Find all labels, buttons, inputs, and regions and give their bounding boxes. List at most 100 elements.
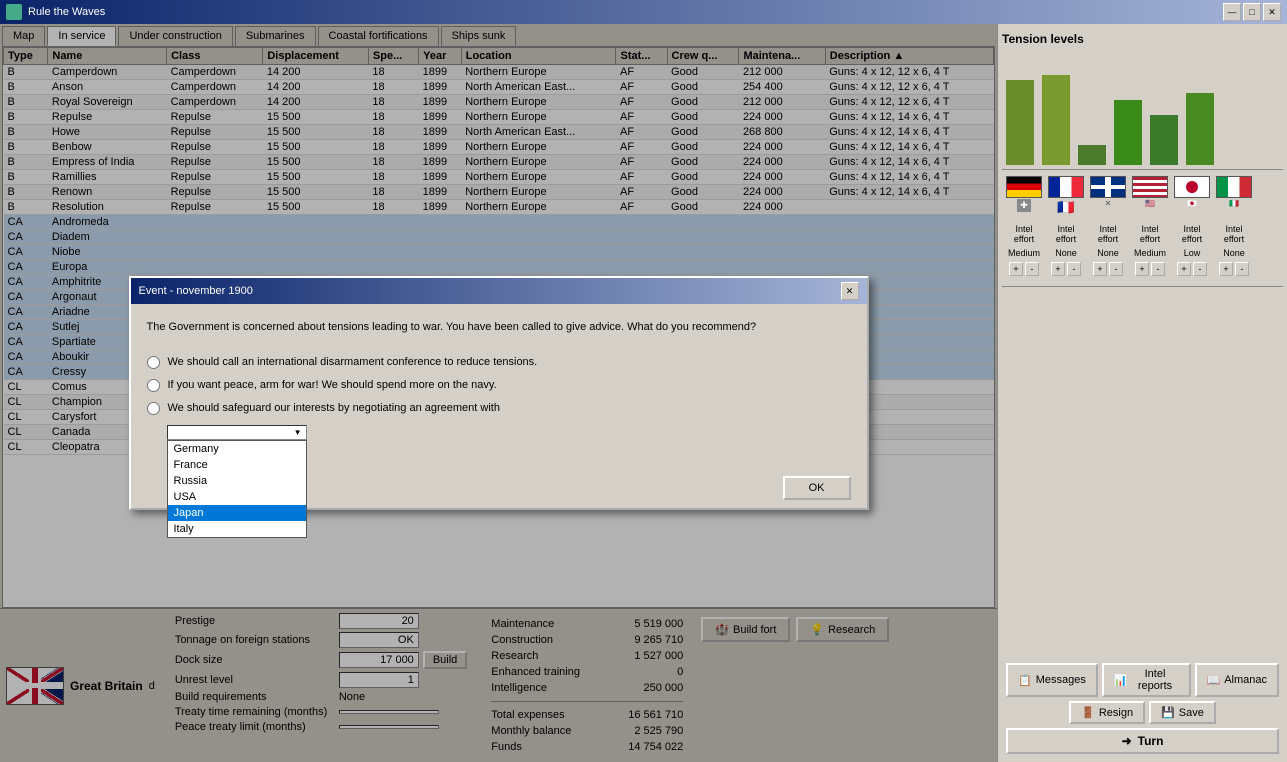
intel-levels-row: Medium None None Medium Low None (1002, 246, 1283, 260)
intel-label-fr: Intel effort (1048, 224, 1084, 244)
dropdown-item-germany[interactable]: Germany (168, 441, 306, 457)
intel-plus-jp[interactable]: + (1177, 262, 1191, 276)
intel-controls-row: + - + - + - + - + - + - (1002, 260, 1283, 278)
tension-bar-germany (1006, 80, 1034, 165)
intel-minus-us[interactable]: - (1151, 262, 1165, 276)
dialog-title-text: Event - november 1900 (139, 285, 253, 297)
dropdown-arrow-icon: ▼ (294, 428, 302, 437)
resign-icon: 🚪 (1081, 706, 1095, 719)
intel-level-fr: None (1048, 248, 1084, 258)
intel-minus-jp[interactable]: - (1193, 262, 1207, 276)
intel-label-it: Intel effort (1216, 224, 1252, 244)
russia-icon: ✕ (1105, 199, 1112, 208)
resign-button[interactable]: 🚪 Resign (1069, 701, 1145, 724)
option-1-row: We should call an international disarmam… (147, 356, 851, 369)
option-3-radio[interactable] (147, 402, 160, 415)
japan-flag (1174, 176, 1210, 198)
france-flag (1048, 176, 1084, 198)
close-button[interactable]: ✕ (1263, 3, 1281, 21)
right-bottom-buttons: 📋 Messages 📊 Intel reports 📖 Almanac 🚪 R… (1002, 659, 1283, 758)
italy-flag (1216, 176, 1252, 198)
minimize-button[interactable]: — (1223, 3, 1241, 21)
germany-bar (1006, 80, 1034, 165)
dialog-close-button[interactable]: ✕ (841, 282, 859, 300)
usa-bar (1114, 100, 1142, 165)
intel-plus-it[interactable]: + (1219, 262, 1233, 276)
turn-arrow-icon: ➜ (1122, 734, 1132, 748)
tension-bar-japan (1150, 115, 1178, 165)
almanac-label: Almanac (1224, 674, 1267, 686)
save-label: Save (1179, 707, 1204, 719)
option-2-radio[interactable] (147, 379, 160, 392)
dropdown-item-usa[interactable]: USA (168, 489, 306, 505)
modal-overlay: Event - november 1900 ✕ The Government i… (0, 24, 997, 762)
tension-bar-usa (1114, 100, 1142, 165)
title-bar: Rule the Waves — □ ✕ (0, 0, 1287, 24)
dialog-message: The Government is concerned about tensio… (147, 320, 851, 335)
option-2-label[interactable]: If you want peace, arm for war! We shoul… (168, 379, 497, 391)
tension-bar-russia (1078, 145, 1106, 165)
italy-bar (1186, 93, 1214, 165)
app-title: Rule the Waves (28, 6, 105, 18)
intel-minus-fr[interactable]: - (1067, 262, 1081, 276)
option-3-row: We should safeguard our interests by neg… (147, 402, 851, 415)
messages-icon: 📋 (1018, 674, 1032, 687)
intel-minus-it[interactable]: - (1235, 262, 1249, 276)
intel-plus-fr[interactable]: + (1051, 262, 1065, 276)
country-flags-row: ✚ 🇫🇷 ✕ (1002, 170, 1283, 222)
turn-button[interactable]: ➜ Turn (1006, 728, 1279, 754)
intel-plus-ru[interactable]: + (1093, 262, 1107, 276)
intel-level-de: Medium (1006, 248, 1042, 258)
turn-label: Turn (1138, 734, 1164, 748)
usa-flag (1132, 176, 1168, 198)
intel-plus-us[interactable]: + (1135, 262, 1149, 276)
dropdown-item-japan[interactable]: Japan (168, 505, 306, 521)
intel-level-it: None (1216, 248, 1252, 258)
dropdown-item-russia[interactable]: Russia (168, 473, 306, 489)
intel-label-jp: Intel effort (1174, 224, 1210, 244)
country-dropdown-list[interactable]: Germany France Russia USA Japan Italy (167, 440, 307, 538)
messages-button[interactable]: 📋 Messages (1006, 663, 1098, 697)
dropdown-item-italy[interactable]: Italy (168, 521, 306, 537)
usa-icon: 🇺🇸 (1145, 199, 1155, 208)
dropdown-item-france[interactable]: France (168, 457, 306, 473)
intel-label-de: Intel effort (1006, 224, 1042, 244)
app-icon (6, 4, 22, 20)
dialog-body: The Government is concerned about tensio… (131, 304, 867, 467)
germany-flag (1006, 176, 1042, 198)
intel-minus-ru[interactable]: - (1109, 262, 1123, 276)
event-dialog: Event - november 1900 ✕ The Government i… (129, 276, 869, 509)
russia-bar (1078, 145, 1106, 165)
intel-minus-de[interactable]: - (1025, 262, 1039, 276)
country-dropdown-trigger[interactable]: ▼ (167, 425, 307, 440)
germany-cross-icon: ✚ (1017, 199, 1031, 212)
intel-effort-row: Intel effort Intel effort Intel effort I… (1002, 222, 1283, 246)
option-1-radio[interactable] (147, 356, 160, 369)
intel-level-jp: Low (1174, 248, 1210, 258)
italy-icon: 🇮🇹 (1229, 199, 1239, 208)
almanac-button[interactable]: 📖 Almanac (1195, 663, 1280, 697)
maximize-button[interactable]: □ (1243, 3, 1261, 21)
tension-chart (1002, 50, 1283, 170)
intel-reports-icon: 📊 (1114, 674, 1128, 687)
save-button[interactable]: 💾 Save (1149, 701, 1216, 724)
france-flag-icon: 🇫🇷 (1057, 199, 1074, 216)
intel-level-ru: None (1090, 248, 1126, 258)
tension-bar-france (1042, 75, 1070, 165)
intel-plus-de[interactable]: + (1009, 262, 1023, 276)
right-panel: Tension levels (997, 24, 1287, 762)
option-1-label[interactable]: We should call an international disarmam… (168, 356, 538, 368)
intel-reports-button[interactable]: 📊 Intel reports (1102, 663, 1191, 697)
tension-bar-italy (1186, 93, 1214, 165)
ok-button[interactable]: OK (783, 476, 851, 500)
japan-bar (1150, 115, 1178, 165)
messages-label: Messages (1036, 674, 1086, 686)
country-dropdown-container: ▼ Germany France Russia USA Japan Italy (167, 425, 851, 440)
intel-label-ru: Intel effort (1090, 224, 1126, 244)
france-bar (1042, 75, 1070, 165)
russia-flag (1090, 176, 1126, 198)
dialog-title-bar: Event - november 1900 ✕ (131, 278, 867, 304)
japan-icon: 🇯🇵 (1187, 199, 1197, 208)
option-3-label[interactable]: We should safeguard our interests by neg… (168, 402, 500, 414)
option-2-row: If you want peace, arm for war! We shoul… (147, 379, 851, 392)
